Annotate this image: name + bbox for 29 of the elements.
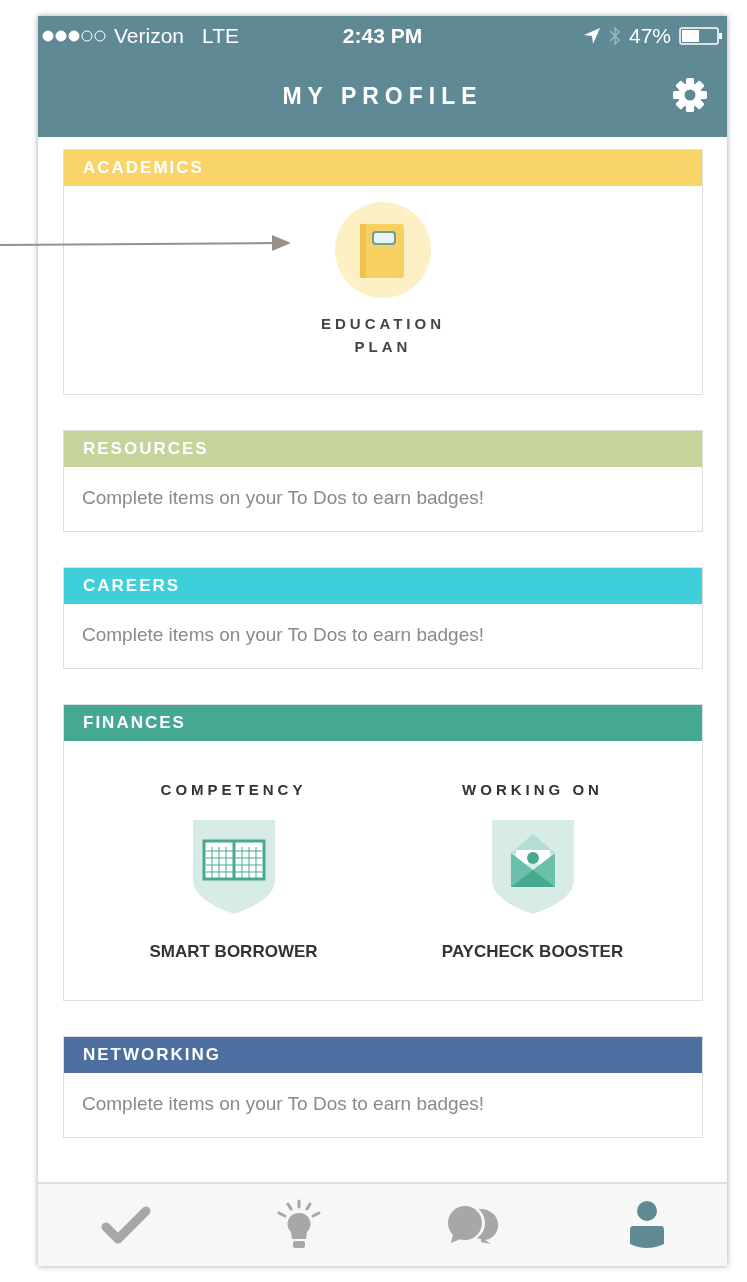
checkmark-icon[interactable] bbox=[99, 1205, 152, 1245]
empty-message: Complete items on your To Dos to earn badges! bbox=[81, 623, 486, 647]
battery-percent: 47% bbox=[628, 24, 671, 48]
settings-icon[interactable] bbox=[673, 78, 707, 112]
section-title: RESOURCES bbox=[83, 439, 209, 459]
section-title: NETWORKING bbox=[83, 1045, 222, 1065]
section-title: ACADEMICS bbox=[83, 158, 204, 178]
person-icon[interactable] bbox=[629, 1200, 666, 1250]
notebook-icon bbox=[335, 202, 431, 298]
screen-title: MY PROFILE bbox=[282, 83, 483, 110]
calendar-shield-icon bbox=[192, 820, 275, 914]
empty-message: Complete items on your To Dos to earn badges! bbox=[81, 486, 486, 510]
badge-name: EDUCATION PLAN bbox=[319, 314, 447, 357]
location-arrow-icon bbox=[582, 27, 601, 45]
badge-name: SMART BORROWER bbox=[149, 942, 318, 962]
bluetooth-icon bbox=[608, 26, 621, 46]
section-title: FINANCES bbox=[83, 713, 186, 733]
network-type: LTE bbox=[202, 24, 239, 48]
column-heading: WORKING ON bbox=[462, 781, 603, 798]
badge-name: PAYCHECK BOOSTER bbox=[441, 942, 624, 962]
envelope-shield-icon bbox=[491, 820, 574, 914]
empty-message: Complete items on your To Dos to earn badges! bbox=[81, 1092, 486, 1116]
lightbulb-icon[interactable] bbox=[275, 1199, 322, 1251]
column-heading: COMPETENCY bbox=[160, 781, 307, 798]
status-time: 2:43 PM bbox=[342, 24, 423, 48]
signal-strength-icon bbox=[42, 30, 106, 42]
carrier-name: Verizon bbox=[114, 24, 185, 48]
battery-icon bbox=[679, 27, 723, 45]
section-title: CAREERS bbox=[83, 576, 181, 596]
